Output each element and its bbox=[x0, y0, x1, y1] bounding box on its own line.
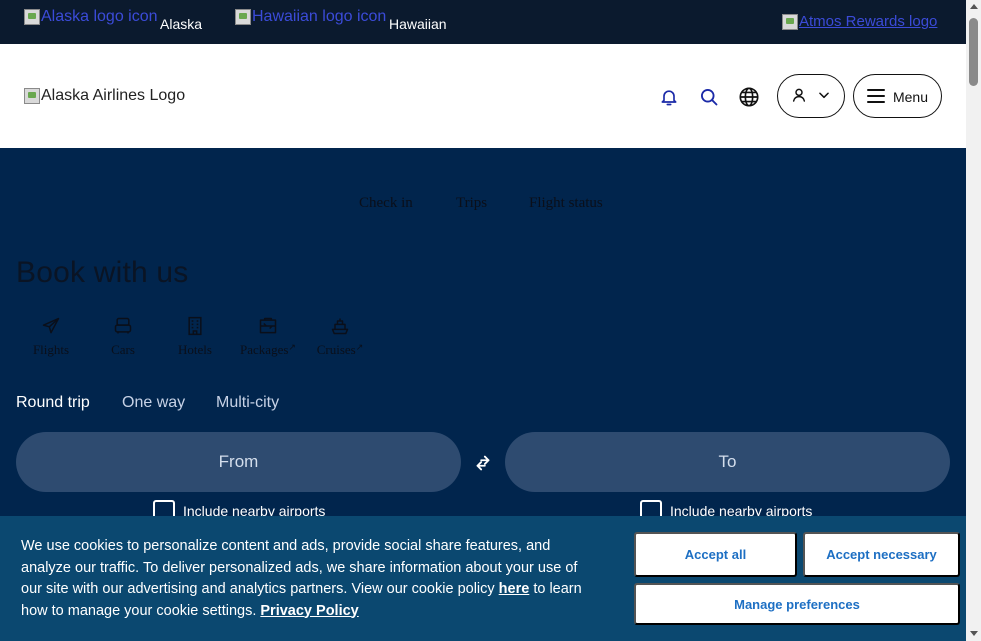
alaska-brand-label[interactable]: Alaska bbox=[160, 16, 202, 32]
broken-image-icon bbox=[235, 9, 251, 25]
quick-link-check-in[interactable]: Check in bbox=[359, 195, 413, 212]
accept-all-button[interactable]: Accept all bbox=[634, 532, 797, 577]
quick-link-flight-status[interactable]: Flight status bbox=[529, 195, 603, 212]
accept-necessary-button[interactable]: Accept necessary bbox=[803, 532, 960, 577]
scrollbar[interactable] bbox=[966, 0, 981, 641]
swap-airports-icon[interactable] bbox=[471, 451, 495, 475]
search-icon[interactable] bbox=[697, 85, 721, 109]
privacy-policy-link[interactable]: Privacy Policy bbox=[260, 603, 358, 619]
quick-link-trips[interactable]: Trips bbox=[456, 195, 487, 212]
account-menu-button[interactable] bbox=[777, 74, 845, 118]
to-placeholder: To bbox=[718, 452, 737, 471]
external-link-icon: ↗ bbox=[288, 342, 296, 352]
package-icon bbox=[233, 316, 303, 338]
product-tab-flights[interactable]: Flights bbox=[16, 316, 86, 358]
product-tab-packages[interactable]: Packages↗ bbox=[233, 316, 303, 358]
hotel-icon bbox=[160, 316, 230, 338]
menu-label: Menu bbox=[892, 89, 929, 105]
trip-type-multi-city[interactable]: Multi-city bbox=[216, 394, 279, 412]
chevron-down-icon bbox=[817, 88, 831, 105]
hamburger-icon bbox=[866, 88, 885, 107]
booking-title: Book with us bbox=[16, 256, 189, 289]
product-tab-hotels[interactable]: Hotels bbox=[160, 316, 230, 358]
scroll-up-arrow-icon[interactable] bbox=[970, 4, 978, 9]
product-tab-cruises[interactable]: Cruises↗ bbox=[305, 316, 375, 358]
broken-image-icon bbox=[782, 13, 798, 30]
scroll-down-arrow-icon[interactable] bbox=[970, 631, 978, 636]
product-tab-cars[interactable]: Cars bbox=[88, 316, 158, 358]
to-airport-field[interactable]: To bbox=[505, 432, 950, 492]
bell-icon[interactable] bbox=[657, 85, 681, 109]
user-icon bbox=[791, 87, 807, 106]
from-placeholder: From bbox=[218, 452, 259, 471]
scrollbar-thumb[interactable] bbox=[969, 18, 978, 86]
manage-preferences-button[interactable]: Manage preferences bbox=[634, 583, 960, 625]
alaska-airlines-logo[interactable]: Alaska Airlines Logo bbox=[24, 87, 185, 105]
menu-button[interactable]: Menu bbox=[853, 74, 942, 118]
hawaiian-logo-icon[interactable]: Hawaiian logo icon bbox=[235, 8, 386, 26]
broken-image-icon bbox=[24, 9, 40, 25]
car-icon bbox=[88, 316, 158, 338]
atmos-rewards-logo[interactable]: Atmos Rewards logo bbox=[782, 13, 937, 30]
globe-icon[interactable] bbox=[737, 85, 761, 109]
cookie-banner: We use cookies to personalize content an… bbox=[0, 516, 966, 641]
plane-icon bbox=[16, 316, 86, 338]
cruise-icon bbox=[305, 316, 375, 338]
alaska-logo-icon[interactable]: Alaska logo icon bbox=[24, 8, 158, 26]
broken-image-icon bbox=[24, 88, 40, 104]
site-header: Alaska Airlines Logo Menu bbox=[0, 44, 966, 148]
external-link-icon: ↗ bbox=[355, 342, 364, 352]
cookie-message: We use cookies to personalize content an… bbox=[21, 538, 582, 619]
trip-type-round-trip[interactable]: Round trip bbox=[16, 394, 90, 412]
brand-bar: Alaska logo icon Alaska Hawaiian logo ic… bbox=[0, 0, 966, 44]
hawaiian-brand-label[interactable]: Hawaiian bbox=[389, 16, 447, 32]
cookie-policy-link[interactable]: here bbox=[499, 581, 530, 597]
trip-type-one-way[interactable]: One way bbox=[122, 394, 185, 412]
from-airport-field[interactable]: From bbox=[16, 432, 461, 492]
